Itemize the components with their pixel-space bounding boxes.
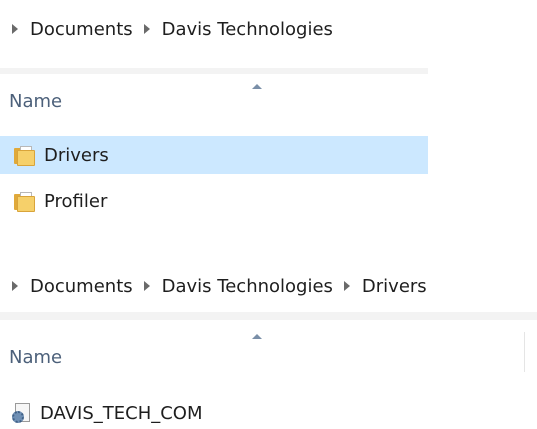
breadcrumb-documents[interactable]: Documents (30, 19, 133, 40)
column-header-label: Name (9, 347, 63, 368)
breadcrumb-arrow-icon[interactable] (143, 24, 150, 34)
column-header-name[interactable]: Name (0, 320, 537, 372)
sort-ascending-icon (252, 334, 262, 339)
breadcrumb-documents[interactable]: Documents (30, 276, 133, 297)
breadcrumb-bar-1: Documents Davis Technologies (0, 14, 428, 44)
breadcrumb-arrow-icon[interactable] (143, 281, 150, 291)
item-name: Profiler (44, 190, 108, 212)
list-item-profiler[interactable]: Profiler (0, 182, 428, 220)
breadcrumb-arrow-icon[interactable] (343, 281, 350, 291)
toolbar-strip (0, 312, 537, 320)
breadcrumb-arrow-icon[interactable] (12, 24, 18, 34)
column-header-label: Name (9, 91, 63, 112)
folder-icon (14, 192, 35, 212)
settings-file-icon (12, 403, 32, 423)
list-item-davis-tech-com[interactable]: DAVIS_TECH_COM (0, 397, 537, 429)
sort-ascending-icon (252, 84, 262, 89)
breadcrumb: Documents Davis Technologies Drivers (0, 271, 537, 299)
folder-icon (14, 146, 35, 166)
column-header-name[interactable]: Name (0, 74, 428, 124)
list-item-drivers[interactable]: Drivers (0, 136, 428, 174)
breadcrumb-bar-2: Documents Davis Technologies Drivers (0, 271, 537, 301)
item-name: Drivers (44, 144, 109, 166)
item-name: DAVIS_TECH_COM (40, 402, 203, 424)
column-divider[interactable] (524, 332, 525, 372)
breadcrumb-davis-technologies[interactable]: Davis Technologies (162, 276, 333, 297)
breadcrumb-drivers[interactable]: Drivers (362, 276, 427, 297)
breadcrumb-davis-technologies[interactable]: Davis Technologies (162, 19, 333, 40)
breadcrumb: Documents Davis Technologies (0, 14, 428, 42)
breadcrumb-arrow-icon[interactable] (12, 281, 18, 291)
